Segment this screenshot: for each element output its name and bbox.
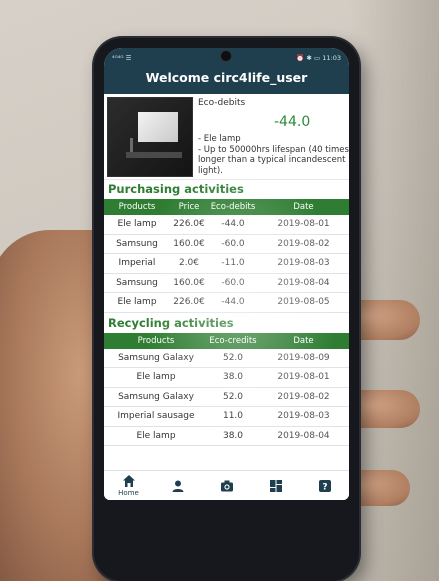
purchasing-table: Ele lamp 226.0€ -44.0 2019-08-01 Samsung 160.… (104, 215, 349, 313)
help-icon: ? (318, 479, 331, 492)
cell-product: Samsung (116, 238, 158, 249)
table-row[interactable]: Samsung Galaxy 52.0 2019-08-02 (104, 388, 349, 407)
cell-date: 2019-08-01 (277, 219, 330, 230)
home-icon (122, 475, 135, 487)
cell-price: 160.0€ (173, 238, 205, 249)
col-products: Products (118, 202, 156, 212)
cell-date: 2019-08-02 (277, 238, 330, 249)
nav-help[interactable]: ? (305, 479, 345, 493)
recycling-table: Samsung Galaxy 52.0 2019-08-09 Ele lamp 38.0… (104, 349, 349, 446)
col-date: Date (293, 335, 314, 346)
app-bar: ⁴ᴳ⁴ᴳ ☰ ⏰ ✱ ▭ 11:03 Welcome circ4life_use… (104, 48, 349, 94)
cell-eco-credits: 52.0 (222, 391, 244, 402)
cell-date: 2019-08-09 (277, 352, 330, 363)
lamp-base (126, 152, 182, 158)
recycling-header: Products Eco-credits Date (104, 332, 349, 349)
bottom-nav: Home ? (104, 470, 349, 500)
col-date: Date (293, 202, 314, 212)
camera-icon (220, 480, 233, 491)
cell-date: 2019-08-05 (277, 297, 330, 308)
nav-home[interactable]: Home (109, 474, 149, 497)
col-eco-credits: Eco-credits (209, 335, 257, 346)
cell-product: Ele lamp (117, 219, 157, 230)
cell-date: 2019-08-02 (277, 391, 330, 402)
photo-background: ⁴ᴳ⁴ᴳ ☰ ⏰ ✱ ▭ 11:03 Welcome circ4life_use… (0, 0, 439, 581)
status-right: ⏰ ✱ ▭ 11:03 (296, 54, 341, 62)
col-products: Products (137, 335, 175, 346)
cell-date: 2019-08-04 (277, 430, 330, 441)
cell-eco-debits: -60.0 (221, 277, 245, 288)
cell-date: 2019-08-04 (277, 277, 330, 288)
cell-product: Ele lamp (136, 430, 176, 441)
product-description: - Ele lamp - Up to 50000hrs lifespan (40… (198, 134, 349, 176)
nav-profile[interactable] (158, 479, 198, 493)
purchasing-title: Purchasing activities (108, 182, 244, 196)
cell-product: Imperial (118, 258, 156, 269)
front-camera (220, 50, 232, 62)
product-card[interactable]: Eco-debits -44.0 - Ele lamp - Up to 5000… (104, 94, 349, 180)
svg-text:?: ? (322, 482, 327, 492)
cell-eco-credits: 52.0 (222, 352, 244, 363)
page-title: Welcome circ4life_user (145, 70, 308, 85)
cell-eco-debits: -44.0 (221, 219, 245, 230)
cell-eco-debits: -60.0 (221, 238, 245, 249)
eco-debits-label: Eco-debits (198, 98, 246, 108)
main-content: Eco-debits -44.0 - Ele lamp - Up to 5000… (104, 94, 349, 446)
table-row[interactable]: Imperial sausage 11.0 2019-08-03 (104, 407, 349, 427)
signal-indicators: ⁴ᴳ⁴ᴳ ☰ (112, 54, 132, 62)
table-row[interactable]: Ele lamp 38.0 2019-08-01 (104, 368, 349, 388)
table-row[interactable]: Ele lamp 226.0€ -44.0 2019-08-01 (104, 215, 349, 235)
cell-eco-debits: -11.0 (221, 258, 245, 269)
phone-screen: ⁴ᴳ⁴ᴳ ☰ ⏰ ✱ ▭ 11:03 Welcome circ4life_use… (104, 48, 349, 500)
table-row[interactable]: Samsung Galaxy 52.0 2019-08-09 (104, 349, 349, 368)
dashboard-icon (269, 479, 282, 492)
lamp-shade (138, 112, 178, 142)
person-icon (172, 480, 183, 492)
cell-product: Samsung Galaxy (118, 391, 194, 402)
product-image (107, 97, 193, 177)
eco-debits-value: -44.0 (274, 114, 311, 130)
cell-price: 226.0€ (173, 219, 205, 230)
nav-home-label: Home (118, 489, 139, 497)
cell-price: 2.0€ (178, 258, 200, 269)
cell-price: 226.0€ (173, 297, 205, 308)
cell-product: Samsung Galaxy (118, 352, 194, 363)
cell-eco-credits: 38.0 (222, 372, 244, 383)
nav-dashboard[interactable] (256, 479, 296, 493)
cell-product: Samsung (116, 277, 158, 288)
table-row[interactable]: Ele lamp 226.0€ -44.0 2019-08-05 (104, 293, 349, 313)
cell-price: 160.0€ (173, 277, 205, 288)
table-row[interactable]: Imperial 2.0€ -11.0 2019-08-03 (104, 254, 349, 274)
cell-eco-credits: 11.0 (222, 411, 244, 422)
cell-product: Ele lamp (117, 297, 157, 308)
cell-date: 2019-08-03 (277, 258, 330, 269)
table-row[interactable]: Samsung 160.0€ -60.0 2019-08-02 (104, 235, 349, 254)
table-row[interactable]: Ele lamp 38.0 2019-08-04 (104, 427, 349, 446)
recycling-title: Recycling activities (108, 315, 234, 330)
table-row[interactable]: Samsung 160.0€ -60.0 2019-08-04 (104, 274, 349, 293)
cell-product: Ele lamp (136, 372, 176, 383)
cell-product: Imperial sausage (117, 411, 195, 422)
col-price: Price (178, 202, 200, 212)
purchasing-header: Products Price Eco-debits Date (104, 199, 349, 215)
cell-eco-credits: 38.0 (222, 430, 244, 441)
cell-date: 2019-08-01 (277, 372, 330, 383)
cell-eco-debits: -44.0 (221, 297, 245, 308)
col-eco-debits: Eco-debits (210, 202, 256, 212)
nav-camera[interactable] (207, 479, 247, 493)
cell-date: 2019-08-03 (277, 411, 330, 422)
